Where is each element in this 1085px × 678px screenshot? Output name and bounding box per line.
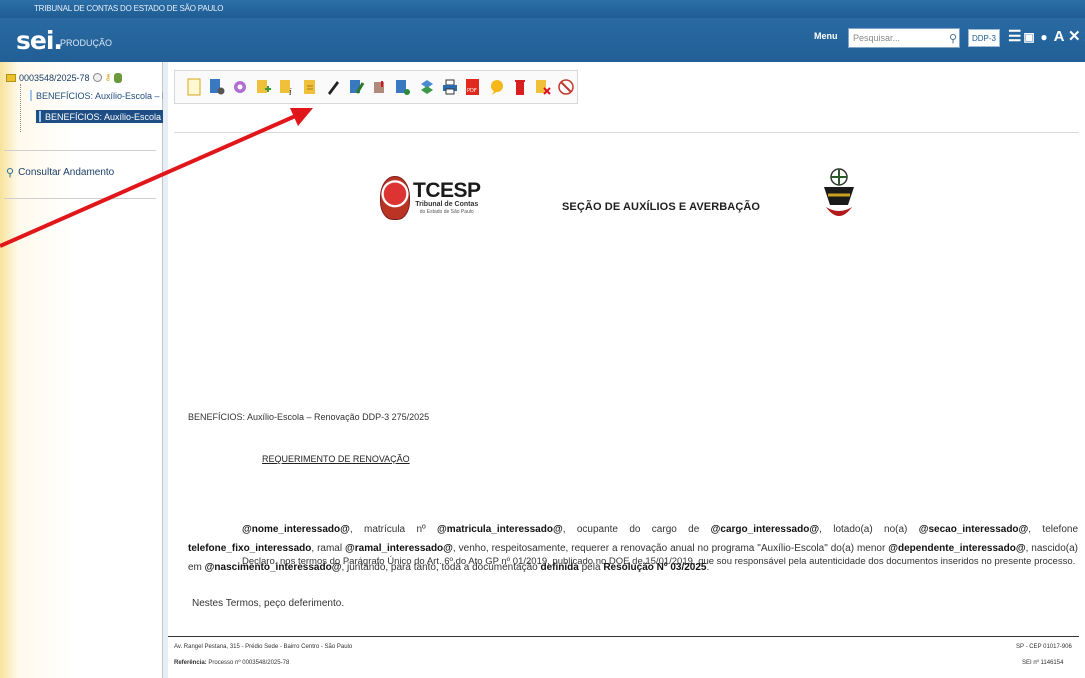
circle-icon[interactable] xyxy=(230,75,251,99)
svg-text:i: i xyxy=(289,88,292,96)
panel-icon[interactable]: ▣ xyxy=(1023,26,1035,48)
document-icon xyxy=(30,90,32,101)
tcesp-logo: TCESP Tribunal de Contas do Estado de Sã… xyxy=(380,176,481,220)
text: , ocupante do cargo de xyxy=(562,524,711,535)
comment-icon[interactable] xyxy=(486,75,507,99)
document-settings-icon[interactable] xyxy=(206,75,227,99)
reference-label: Referência: xyxy=(174,660,207,666)
text: , ramal xyxy=(311,543,346,554)
field-secao: @secao_interessado@ xyxy=(918,524,1029,535)
process-number[interactable]: 0003548/2025-78 xyxy=(19,73,90,83)
remove-file-icon[interactable] xyxy=(532,75,553,99)
folder-icon xyxy=(6,73,16,82)
key-icon: ⚷ xyxy=(104,72,112,82)
sign-icon[interactable] xyxy=(346,75,367,99)
unit-selector[interactable]: DDP-3 xyxy=(968,29,1001,47)
app-header: sei. PRODUÇÃO Menu ⚲ DDP-3 ☰ ▣ ● A ✕ ♟ ( xyxy=(0,18,1085,62)
database-icon xyxy=(114,72,123,83)
document-label: BENEFÍCIOS: Auxílio-Escola – Renovação xyxy=(45,111,163,122)
font-size-icon[interactable]: A xyxy=(1053,26,1065,48)
org-subtitle: Tribunal de Contas xyxy=(415,201,479,208)
tcesp-wordmark: TCESP Tribunal de Contas do Estado de Sã… xyxy=(413,179,481,215)
declaration-text: Declaro, nos termos do Parágrafo Único d… xyxy=(242,556,1076,567)
header-tools: ☰ ▣ ● A ✕ ♟ ( xyxy=(1008,26,1085,48)
text: , lotado(a) no(a) xyxy=(819,524,919,535)
document-icon xyxy=(39,111,41,122)
layers-icon[interactable] xyxy=(416,75,437,99)
text: , telefone xyxy=(1028,524,1079,535)
footer-sei-number: SEI nº 1146154 xyxy=(1022,660,1064,666)
info-file-icon[interactable]: i xyxy=(276,75,297,99)
sei-logo[interactable]: sei. xyxy=(16,26,63,55)
org-subtitle-2: do Estado de São Paulo xyxy=(419,209,474,215)
document-subject: BENEFÍCIOS: Auxílio-Escola – Renovação D… xyxy=(188,412,430,422)
process-tree: 0003548/2025-78 ⚷ BENEFÍCIOS: Auxílio-Es… xyxy=(0,62,163,678)
user-file-icon[interactable] xyxy=(393,75,414,99)
clock-icon xyxy=(92,73,102,82)
state-seal-icon xyxy=(380,176,410,220)
text: , venho, respeitosamente, requerer a ren… xyxy=(452,543,889,554)
divider xyxy=(4,198,156,199)
field-nome: @nome_interessado@ xyxy=(242,524,350,535)
info-icon[interactable]: ● xyxy=(1038,26,1050,48)
process-node[interactable]: 0003548/2025-78 ⚷ xyxy=(6,72,123,83)
footer-divider xyxy=(168,636,1079,637)
document-area: i PDF TCESP Tribunal de Contas do Estado… xyxy=(168,62,1085,678)
close-icon[interactable]: ✕ xyxy=(1068,26,1081,48)
print-icon[interactable] xyxy=(439,75,460,99)
document-toolbar: i PDF xyxy=(174,70,578,104)
menu-button[interactable]: Menu xyxy=(814,31,838,41)
request-title: REQUERIMENTO DE RENOVAÇÃO xyxy=(262,454,410,464)
svg-text:PDF: PDF xyxy=(467,88,477,94)
field-dependente: @dependente_interessado@ xyxy=(888,543,1026,554)
consult-label: Consultar Andamento xyxy=(18,167,115,178)
environment-label: PRODUÇÃO xyxy=(60,38,113,48)
tree-document[interactable]: BENEFÍCIOS: Auxílio-Escola – Restauração xyxy=(30,90,163,101)
field-matricula: @matricula_interessado@ xyxy=(437,524,563,535)
delete-icon[interactable] xyxy=(509,75,530,99)
cancel-icon[interactable] xyxy=(556,75,577,99)
search-icon[interactable]: ⚲ xyxy=(946,30,960,46)
field-cargo: @cargo_interessado@ xyxy=(710,524,820,535)
closing-text: Nestes Termos, peço deferimento. xyxy=(192,598,345,609)
request-paragraph: @nome_interessado@, matrícula nº @matric… xyxy=(188,520,1078,577)
divider xyxy=(4,150,156,151)
new-document-icon[interactable] xyxy=(183,75,204,99)
text: , matrícula nº xyxy=(349,524,438,535)
pen-icon[interactable] xyxy=(323,75,344,99)
field-ramal: @ramal_interessado@ xyxy=(345,543,453,554)
tree-line xyxy=(20,84,21,132)
org-short: TCESP xyxy=(413,179,481,202)
add-file-icon[interactable] xyxy=(253,75,274,99)
section-title: SEÇÃO DE AUXÍLIOS E AVERBAÇÃO xyxy=(562,201,761,213)
document-label: BENEFÍCIOS: Auxílio-Escola – Restauração xyxy=(36,90,163,101)
consult-link[interactable]: ⚲ Consultar Andamento xyxy=(6,166,114,179)
search-input[interactable] xyxy=(848,28,960,48)
footer-reference: Referência: Processo nº 0003548/2025-78 xyxy=(174,660,289,666)
footer-address: Av. Rangel Pestana, 315 - Prédio Sede - … xyxy=(174,644,353,650)
tree-document-selected[interactable]: BENEFÍCIOS: Auxílio-Escola – Renovação xyxy=(36,110,163,123)
toolbar-divider xyxy=(174,132,1079,133)
field-telefone: telefone_fixo_interessado xyxy=(188,543,312,554)
pdf-icon[interactable]: PDF xyxy=(463,75,484,99)
edit-file-icon[interactable] xyxy=(299,75,320,99)
reference-value: Processo nº 0003548/2025-78 xyxy=(208,660,290,666)
search-icon: ⚲ xyxy=(6,167,15,179)
list-icon[interactable]: ☰ xyxy=(1008,26,1021,48)
crest-icon xyxy=(824,168,854,216)
footer-cep: SP - CEP 01017-906 xyxy=(1016,644,1072,650)
org-banner: TRIBUNAL DE CONTAS DO ESTADO DE SÃO PAUL… xyxy=(0,0,1085,18)
block-icon[interactable] xyxy=(369,75,390,99)
